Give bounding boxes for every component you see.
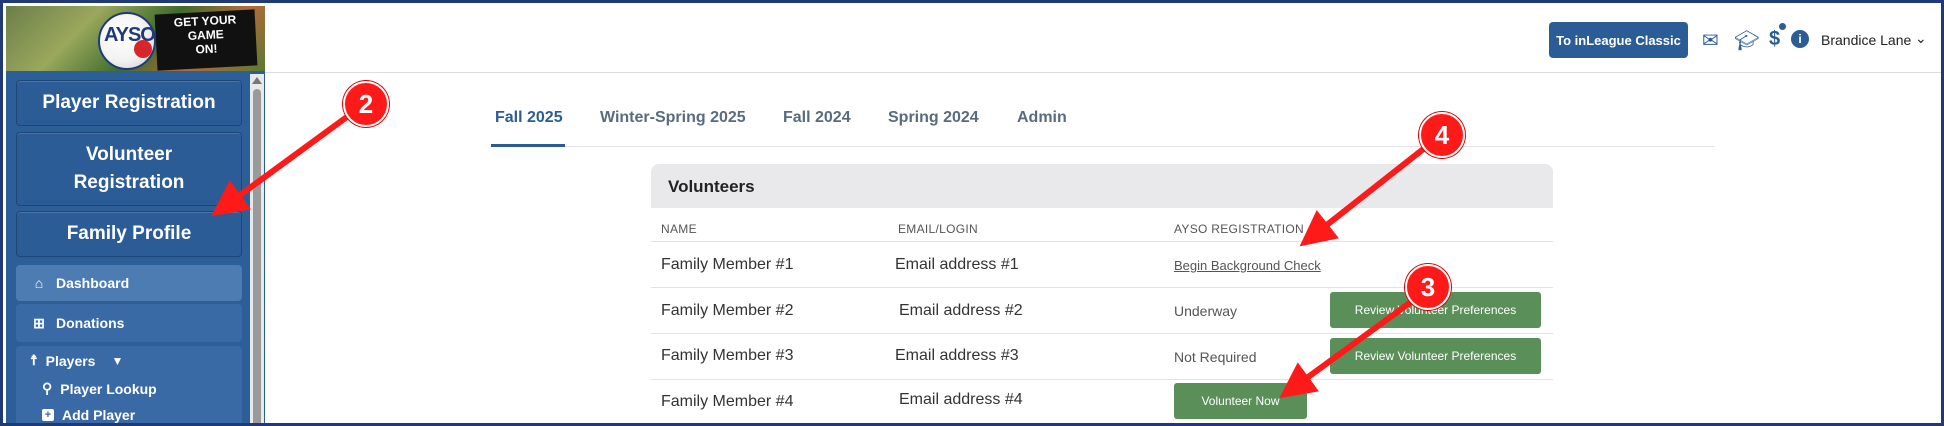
annotation-arrows: [211, 108, 1433, 399]
app-frame: AYSO GET YOUR GAME ON! Player Registrati…: [0, 0, 1944, 426]
annotation-badge-4: 4: [1419, 112, 1465, 158]
annotation-badge-3: 3: [1405, 264, 1451, 310]
annotation-arrow-3: [1279, 296, 1417, 399]
annotation-arrow-4: [1299, 140, 1433, 247]
annotation-arrow-2: [211, 108, 357, 217]
annotation-badge-2: 2: [343, 81, 389, 127]
